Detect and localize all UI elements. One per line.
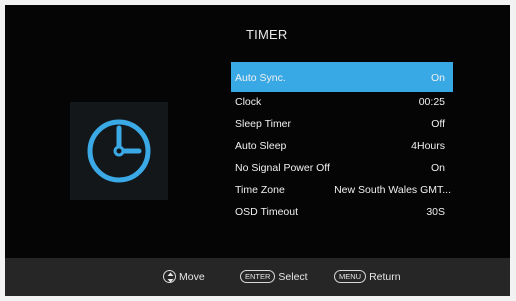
menu-item-label: Auto Sync. — [235, 72, 286, 84]
return-label: Return — [369, 270, 401, 283]
menu-item-no-signal-power-off[interactable]: No Signal Power Off On — [231, 158, 453, 180]
footer-hints: Move ENTER Select MENU Return — [5, 258, 510, 296]
menu-item-label: Time Zone — [235, 184, 285, 196]
return-hint: MENU Return — [334, 270, 401, 283]
menu-item-value: Off — [431, 118, 445, 130]
menu-item-label: Sleep Timer — [235, 118, 292, 130]
menu-item-osd-timeout[interactable]: OSD Timeout 30S — [231, 202, 453, 224]
menu-item-sleep-timer[interactable]: Sleep Timer Off — [231, 114, 453, 136]
clock-icon — [87, 119, 151, 183]
menu-item-auto-sleep[interactable]: Auto Sleep 4Hours — [231, 136, 453, 158]
select-label: Select — [278, 270, 308, 283]
menu-item-value: On — [430, 162, 445, 174]
move-label: Move — [179, 270, 205, 283]
menu-item-label: OSD Timeout — [235, 206, 299, 218]
menu-item-value: On — [430, 72, 445, 84]
menu-title: TIMER — [246, 27, 288, 42]
up-down-arrows-icon — [163, 270, 176, 283]
menu-item-label: No Signal Power Off — [235, 162, 330, 174]
menu-item-value: 4Hours — [411, 140, 445, 152]
menu-item-value: New South Wales GMT... — [334, 184, 451, 196]
menu-item-label: Auto Sleep — [235, 140, 287, 152]
timer-icon-panel — [70, 102, 168, 200]
timer-menu: Auto Sync. On Clock 00:25 Sleep Timer Of… — [231, 62, 453, 224]
menu-item-time-zone[interactable]: Time Zone New South Wales GMT... — [231, 180, 453, 202]
menu-item-auto-sync[interactable]: Auto Sync. On — [231, 62, 453, 92]
menu-key-icon: MENU — [334, 270, 367, 283]
tv-screen: TIMER Auto Sync. On Clock 00:25 Sleep Ti… — [5, 5, 510, 296]
menu-item-clock[interactable]: Clock 00:25 — [231, 92, 453, 114]
move-hint: Move — [163, 270, 205, 283]
enter-key-icon: ENTER — [240, 270, 276, 283]
menu-item-value: 00:25 — [418, 96, 445, 108]
menu-item-label: Clock — [235, 96, 262, 108]
select-hint: ENTER Select — [240, 270, 308, 283]
menu-item-value: 30S — [426, 206, 445, 218]
